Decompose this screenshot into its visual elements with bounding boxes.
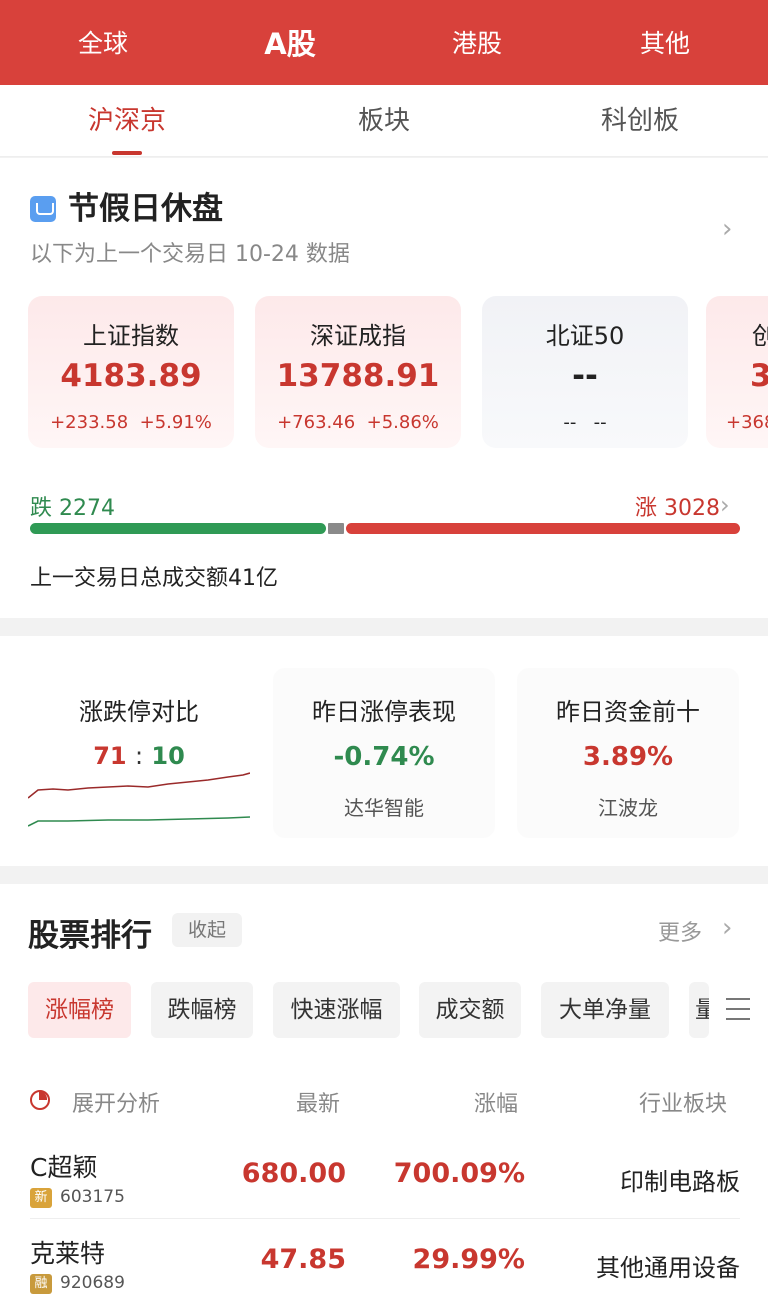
tab-other[interactable]: 其他 [595,24,735,64]
index-value: 3 [750,358,768,394]
more-link[interactable]: 更多 [658,915,702,947]
tab-global[interactable]: 全球 [33,24,173,64]
advancers-count[interactable]: 涨 3028 [635,490,720,522]
index-name: 上证指数 [83,322,179,350]
index-change: +368 [726,412,768,433]
stock-name: C超颖 [30,1153,98,1182]
breadth-bar-rise [346,523,740,534]
market-top-bar: 全球 A股 港股 其他 [0,0,768,85]
chevron-right-icon[interactable]: › [722,913,732,943]
card-title: 昨日涨停表现 [312,698,456,726]
index-change: +233.58 +5.91% [50,412,212,433]
column-header-change[interactable]: 涨幅 [474,1086,518,1118]
yesterday-fund-top10-card[interactable]: 昨日资金前十 3.89% 江波龙 [517,668,739,838]
tab-a-shares[interactable]: A股 [220,24,360,64]
card-value: -0.74% [333,742,435,772]
margin-trading-badge: 融 [30,1274,52,1294]
card-stock-name: 江波龙 [598,796,658,820]
chip-top-losers[interactable]: 跌幅榜 [151,982,253,1038]
card-title: 昨日资金前十 [556,698,700,726]
card-value: 3.89% [582,742,674,772]
limit-trend-sparkline [28,772,250,827]
stock-change-pct: 29.99% [412,1244,525,1275]
pie-chart-icon[interactable] [30,1090,50,1110]
yesterday-limit-up-card[interactable]: 昨日涨停表现 -0.74% 达华智能 [273,668,495,838]
index-card-chinext[interactable]: 创 3 +368 [706,296,768,448]
subtab-hushenjing[interactable]: 沪深京 [47,101,207,141]
holiday-status-title: 节假日休盘 [68,191,223,227]
chip-big-order-net[interactable]: 大单净量 [541,982,669,1038]
subtab-star-market[interactable]: 科创板 [560,101,720,141]
ranking-title: 股票排行 [28,918,152,954]
stock-change-pct: 700.09% [393,1158,525,1189]
index-name: 深证成指 [310,322,406,350]
collapse-button[interactable]: 收起 [172,913,242,947]
stock-price: 47.85 [260,1244,346,1275]
coffee-cup-icon [30,196,56,222]
breadth-bar-flat [328,523,344,534]
column-header-latest[interactable]: 最新 [296,1086,340,1118]
index-card-shanghai[interactable]: 上证指数 4183.89 +233.58 +5.91% [28,296,234,448]
index-value: 13788.91 [276,358,440,394]
breadth-bar-fall [30,523,326,534]
stock-price: 680.00 [241,1158,346,1189]
index-name: 北证50 [545,322,625,350]
index-value: 4183.89 [60,358,202,394]
column-header-industry[interactable]: 行业板块 [639,1086,727,1118]
chip-fast-rise[interactable]: 快速涨幅 [273,982,400,1038]
decliners-count: 跌 2274 [30,496,115,521]
chip-turnover[interactable]: 成交额 [419,982,521,1038]
card-title: 涨跌停对比 [79,698,199,726]
active-tab-indicator [112,151,142,155]
subtab-sectors[interactable]: 板块 [304,101,464,141]
card-stock-name: 达华智能 [344,796,424,820]
index-change: +763.46 +5.86% [277,412,439,433]
total-turnover: 上一交易日总成交额41亿 [30,566,278,591]
chip-volume[interactable]: 量 [689,982,709,1038]
stock-industry: 其他通用设备 [596,1254,740,1282]
tab-hk-shares[interactable]: 港股 [407,24,547,64]
index-name: 创 [752,322,768,350]
chevron-right-icon[interactable]: › [722,214,732,244]
limit-ratio: 71 : 10 [93,742,185,770]
holiday-status-subtitle: 以下为上一个交易日 10-24 数据 [30,242,350,267]
column-header-analysis[interactable]: 展开分析 [72,1086,160,1118]
new-listing-badge: 新 [30,1188,52,1208]
menu-icon[interactable] [726,998,750,1020]
chevron-right-icon[interactable]: › [720,490,730,520]
sub-tab-bar: 沪深京 板块 科创板 [0,85,768,157]
stock-code: 603175 [60,1187,125,1207]
index-card-shenzhen[interactable]: 深证成指 13788.91 +763.46 +5.86% [255,296,461,448]
index-value: -- [572,358,598,394]
stock-code: 920689 [60,1273,125,1293]
index-card-bse50[interactable]: 北证50 -- -- -- [482,296,688,448]
chip-top-gainers[interactable]: 涨幅榜 [28,982,131,1038]
limit-up-down-card[interactable]: 涨跌停对比 71 : 10 [28,668,250,838]
stock-name: 克莱特 [30,1239,106,1268]
row-divider [30,1218,740,1219]
stock-industry: 印制电路板 [620,1168,740,1196]
index-change: -- -- [563,412,607,433]
